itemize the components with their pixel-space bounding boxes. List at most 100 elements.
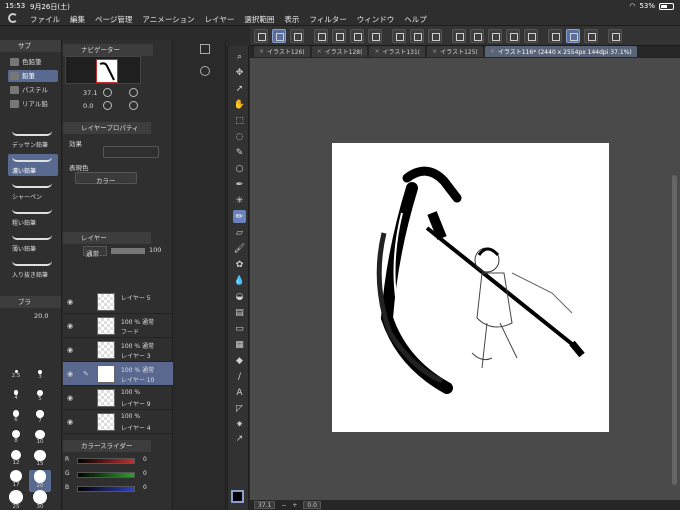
gradient-tool-icon[interactable]: ▤ [233, 306, 246, 319]
line-tool-icon[interactable]: / [233, 370, 246, 383]
fill-icon[interactable] [506, 28, 520, 43]
navigator-header[interactable]: ナビゲーター [63, 44, 153, 56]
color-channel-slider[interactable] [77, 472, 135, 478]
zoom-out-icon[interactable] [103, 88, 112, 97]
tab-close-icon[interactable]: × [317, 48, 322, 55]
navigator-preview[interactable] [65, 56, 141, 84]
layer-row[interactable]: ◉ レイヤー 5 [63, 290, 173, 314]
color-channel-value[interactable]: 0 [143, 470, 147, 477]
subtool-item[interactable]: 色鉛筆 [8, 56, 58, 68]
transform-icon[interactable] [524, 28, 538, 43]
brush-item[interactable]: シャーペン [8, 180, 58, 202]
subtool-item[interactable]: パステル [8, 84, 58, 96]
tab-close-icon[interactable]: × [374, 48, 379, 55]
rotate-right-icon[interactable] [129, 101, 138, 110]
quick-access-icon[interactable] [272, 28, 286, 43]
text-tool-icon[interactable]: A [233, 386, 246, 399]
brush-size-option[interactable]: 8 [5, 430, 27, 452]
menu-item[interactable]: ファイル [30, 14, 60, 25]
brush-size-option[interactable]: 2.5 [5, 370, 27, 392]
menu-item[interactable]: ヘルプ [404, 14, 427, 25]
canvas-zoom-field[interactable]: 37.1 [254, 501, 276, 509]
eraser-tool-icon[interactable]: ▱ [233, 226, 246, 239]
brush-size-option[interactable]: 10 [29, 430, 51, 452]
bucket-tool-icon[interactable]: ◆ [233, 354, 246, 367]
color-channel-value[interactable]: 0 [143, 484, 147, 491]
brush-size-option[interactable]: 17 [5, 470, 27, 492]
navigator-zoom[interactable]: 37.1 [83, 89, 97, 97]
brush-item[interactable]: デッサン鉛筆 [8, 128, 58, 150]
layer-row[interactable]: ◉ 100 % レイヤー 4 [63, 410, 173, 434]
snap-ruler-icon[interactable] [566, 28, 580, 43]
hand-tool-icon[interactable]: ✋ [233, 98, 246, 111]
visibility-eye-icon[interactable]: ◉ [67, 418, 73, 426]
zoom-out-button[interactable]: − [281, 502, 286, 509]
subtool-item[interactable]: 鉛筆 [8, 70, 58, 82]
deselect-icon[interactable] [452, 28, 466, 43]
brush-size-value[interactable]: 20.0 [34, 312, 48, 320]
new-icon[interactable] [314, 28, 328, 43]
brush-size-option[interactable]: 7 [29, 410, 51, 432]
balloon-tool-icon[interactable]: ◸ [233, 402, 246, 415]
operation-tool-icon[interactable]: ➚ [233, 82, 246, 95]
menu-item[interactable]: 表示 [284, 14, 299, 25]
menu-item[interactable]: ウィンドウ [357, 14, 395, 25]
canvas-angle-field[interactable]: 0.0 [303, 501, 321, 509]
color-channel-slider[interactable] [77, 458, 135, 464]
zoom-in-button[interactable]: + [292, 502, 297, 509]
brush-size-option[interactable]: 15 [29, 450, 51, 472]
artboard[interactable] [332, 143, 609, 432]
layer-row[interactable]: ◉ 100 % レイヤー 9 [63, 386, 173, 410]
document-tab[interactable]: × イラスト131( [369, 46, 426, 57]
redo-icon[interactable] [410, 28, 424, 43]
brush-size-header[interactable]: ブラ [0, 296, 61, 308]
brush-size-option[interactable]: 4 [5, 390, 27, 412]
brush-item[interactable]: 薄い鉛筆 [8, 232, 58, 254]
rotate-left-icon[interactable] [103, 101, 112, 110]
tab-close-icon[interactable]: × [432, 48, 437, 55]
ruler-tool-icon[interactable]: ↗ [233, 432, 246, 445]
decoration-tool-icon[interactable]: ✿ [233, 258, 246, 271]
layer-row[interactable]: ◉ ✎ 100 % 通常 レイヤー 10 [63, 362, 173, 386]
help-icon[interactable] [608, 28, 622, 43]
brush-size-option[interactable]: 6 [5, 410, 27, 432]
menu-item[interactable]: 選択範囲 [244, 14, 274, 25]
panel-menu-icon[interactable] [200, 44, 210, 54]
brush-size-option[interactable]: 30 [29, 490, 51, 510]
airbrush-tool-icon[interactable]: ✳ [233, 194, 246, 207]
color-channel-slider[interactable] [77, 486, 135, 492]
layer-row[interactable]: ◉ 100 % 通常 レイヤー 3 [63, 338, 173, 362]
visibility-eye-icon[interactable]: ◉ [67, 394, 73, 402]
color-mode-select[interactable]: カラー [75, 172, 137, 185]
visibility-eye-icon[interactable]: ◉ [67, 298, 73, 306]
brush-size-option[interactable]: 3 [29, 370, 51, 392]
clear-icon[interactable] [488, 28, 502, 43]
visibility-eye-icon[interactable]: ◉ [67, 346, 73, 354]
brush-size-option[interactable]: 5 [29, 390, 51, 412]
figure-tool-icon[interactable]: ▭ [233, 322, 246, 335]
brush-item[interactable]: 入り抜き鉛筆 [8, 258, 58, 280]
lasso-tool-icon[interactable]: ◌ [233, 130, 246, 143]
visibility-eye-icon[interactable]: ◉ [67, 370, 73, 378]
opacity-slider[interactable] [111, 248, 145, 254]
menu-item[interactable]: アニメーション [142, 14, 194, 25]
blend-tool-icon[interactable]: 💧 [233, 274, 246, 287]
menu-icon[interactable] [254, 28, 268, 43]
color-slider-header[interactable]: カラースライダー [63, 440, 151, 452]
vertical-scrollbar[interactable] [672, 175, 677, 485]
redo-alt-icon[interactable] [428, 28, 442, 43]
lasso-fill-icon[interactable]: ○ [233, 162, 246, 175]
zoom-in-icon[interactable] [129, 88, 138, 97]
effect-buttons[interactable] [103, 146, 159, 158]
menu-item[interactable]: ページ管理 [95, 14, 132, 25]
opacity-value[interactable]: 100 [149, 246, 161, 254]
frame-tool-icon[interactable]: ▦ [233, 338, 246, 351]
main-color-swatch[interactable] [231, 490, 244, 503]
snap-icon[interactable] [548, 28, 562, 43]
color-channel-value[interactable]: 0 [143, 456, 147, 463]
export-icon[interactable] [368, 28, 382, 43]
document-tab[interactable]: × イラスト126( [254, 46, 310, 57]
layer-row[interactable]: ◉ 100 % 通常 フード [63, 314, 173, 338]
fill-tool-icon[interactable]: ◒ [233, 290, 246, 303]
brush-item[interactable]: 粗い鉛筆 [8, 206, 58, 228]
